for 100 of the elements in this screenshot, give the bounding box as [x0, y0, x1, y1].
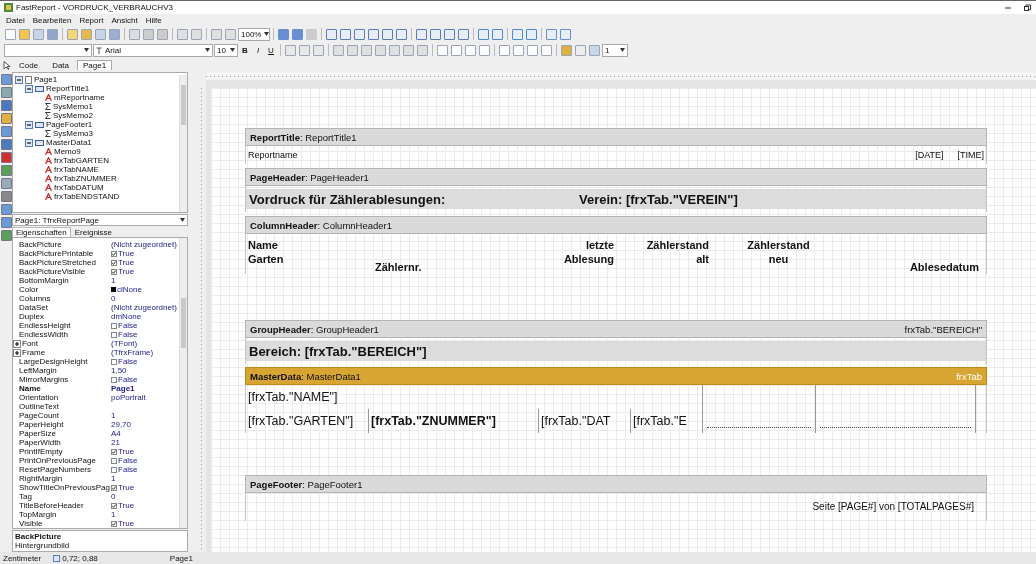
toolbar-icon[interactable]	[143, 28, 154, 40]
tree-item[interactable]: Memo9	[54, 147, 81, 156]
property-name[interactable]: BackPictureStretched	[19, 258, 96, 267]
tree-item[interactable]: MasterData1	[46, 138, 92, 147]
toolbar-icon[interactable]	[354, 28, 365, 40]
property-name[interactable]: TopMargin	[19, 510, 57, 519]
property-value[interactable]: True	[118, 483, 135, 492]
property-value[interactable]: True	[118, 447, 135, 456]
font-size-combo[interactable]: 10	[214, 43, 238, 57]
property-name[interactable]: PaperWidth	[19, 438, 61, 447]
toolbar-icon[interactable]	[375, 44, 386, 56]
toolbar-icon[interactable]	[47, 28, 58, 40]
toolbar-icon[interactable]	[313, 44, 324, 56]
property-name[interactable]: EndlessWidth	[19, 330, 68, 339]
toolbar-icon[interactable]	[416, 28, 427, 40]
property-name[interactable]: BackPicturePrintable	[19, 249, 94, 258]
property-name[interactable]: Frame	[22, 348, 46, 357]
checkbox[interactable]	[111, 520, 117, 527]
property-name[interactable]: Font	[22, 339, 38, 348]
property-value[interactable]: (TfrxFrame)	[111, 348, 154, 357]
toolbar-icon[interactable]	[191, 28, 202, 40]
toolbar-icon[interactable]	[479, 44, 490, 56]
toolbar-icon[interactable]	[527, 44, 538, 56]
palette-icon[interactable]	[0, 139, 12, 150]
toolbar-icon[interactable]	[458, 28, 469, 40]
checkbox[interactable]	[111, 268, 117, 275]
toolbar-icon[interactable]	[278, 28, 289, 40]
tab[interactable]: Page1	[77, 60, 113, 70]
toolbar-icon[interactable]	[109, 28, 120, 40]
tree-item[interactable]: SysMemo2	[53, 111, 93, 120]
property-value[interactable]: False	[118, 456, 138, 465]
checkbox[interactable]	[111, 358, 117, 365]
toolbar-icon[interactable]	[33, 28, 44, 40]
toolbar-icon[interactable]	[389, 44, 400, 56]
checkbox[interactable]	[111, 331, 117, 338]
format-button[interactable]: U	[265, 45, 277, 55]
toolbar-icon[interactable]	[430, 28, 441, 40]
property-value[interactable]: False	[118, 330, 138, 339]
property-name[interactable]: PageCount	[19, 411, 60, 420]
toolbar-icon[interactable]	[333, 44, 344, 56]
toolbar-icon[interactable]	[417, 44, 428, 56]
property-name[interactable]: Name	[19, 384, 41, 393]
object-combo[interactable]: Page1: TfrxReportPage	[12, 214, 188, 227]
toolbar-icon[interactable]	[546, 28, 557, 40]
collapse-icon[interactable]	[25, 138, 33, 147]
property-name[interactable]: PrintOnPreviousPage	[19, 456, 96, 465]
toolbar-icon[interactable]	[95, 28, 106, 40]
restore-icon[interactable]	[1022, 3, 1032, 12]
property-value[interactable]: False	[118, 321, 138, 330]
property-name[interactable]: Color	[19, 285, 39, 294]
checkbox[interactable]	[111, 250, 117, 257]
checkbox[interactable]	[111, 466, 117, 473]
property-value[interactable]: poPortrait	[111, 393, 146, 402]
property-name[interactable]: MirrorMargins	[19, 375, 69, 384]
property-value[interactable]: 1	[111, 474, 116, 483]
property-value[interactable]: 21	[111, 438, 120, 447]
property-value[interactable]: True	[118, 267, 135, 276]
toolbar-icon[interactable]	[129, 28, 140, 40]
toolbar-icon[interactable]	[560, 28, 571, 40]
property-value[interactable]: 1,50	[111, 366, 127, 375]
toolbar-icon[interactable]	[575, 44, 586, 56]
pointer-icon[interactable]	[3, 60, 11, 70]
property-value[interactable]: 1	[111, 276, 116, 285]
toolbar-icon[interactable]	[177, 28, 188, 40]
toolbar-icon[interactable]	[340, 28, 351, 40]
property-name[interactable]: ShowTitleOnPreviousPag	[19, 483, 110, 492]
property-name[interactable]: PaperSize	[19, 429, 56, 438]
tree-item[interactable]: frxTabNAME	[54, 165, 99, 174]
palette-icon[interactable]	[0, 204, 12, 215]
menu-item[interactable]: Bearbeiten	[28, 15, 76, 25]
toolbar-icon[interactable]	[211, 28, 222, 40]
property-value[interactable]: True	[118, 501, 135, 510]
toolbar-icon[interactable]	[465, 44, 476, 56]
toolbar-icon[interactable]	[589, 44, 600, 56]
tree-item[interactable]: SysMemo1	[53, 102, 93, 111]
palette-icon[interactable]	[0, 217, 12, 228]
toolbar-icon[interactable]	[561, 44, 572, 56]
checkbox[interactable]	[111, 322, 117, 329]
tree-item[interactable]: frxTabENDSTAND	[54, 192, 120, 201]
property-name[interactable]: PaperHeight	[19, 420, 64, 429]
property-value[interactable]: Page1	[111, 384, 135, 393]
property-name[interactable]: Tag	[19, 492, 32, 501]
toolbar-icon[interactable]	[499, 44, 510, 56]
scrollbar[interactable]	[179, 238, 187, 528]
palette-icon[interactable]	[0, 113, 12, 124]
property-value[interactable]: False	[118, 465, 138, 474]
font-combo[interactable]: Arial	[93, 43, 213, 57]
property-name[interactable]: LeftMargin	[19, 366, 57, 375]
property-name[interactable]: DataSet	[19, 303, 48, 312]
format-button[interactable]: I	[252, 45, 264, 55]
palette-icon[interactable]	[0, 165, 12, 176]
property-name[interactable]: EndlessHeight	[19, 321, 71, 330]
property-name[interactable]: LargeDesignHeight	[19, 357, 88, 366]
property-name[interactable]: PrintIfEmpty	[19, 447, 63, 456]
tree-item[interactable]: SysMemo3	[53, 129, 93, 138]
palette-icon[interactable]	[0, 87, 12, 98]
toolbar-icon[interactable]	[347, 44, 358, 56]
toolbar-icon[interactable]	[451, 44, 462, 56]
property-name[interactable]: Duplex	[19, 312, 44, 321]
property-value[interactable]: 0	[111, 294, 116, 303]
